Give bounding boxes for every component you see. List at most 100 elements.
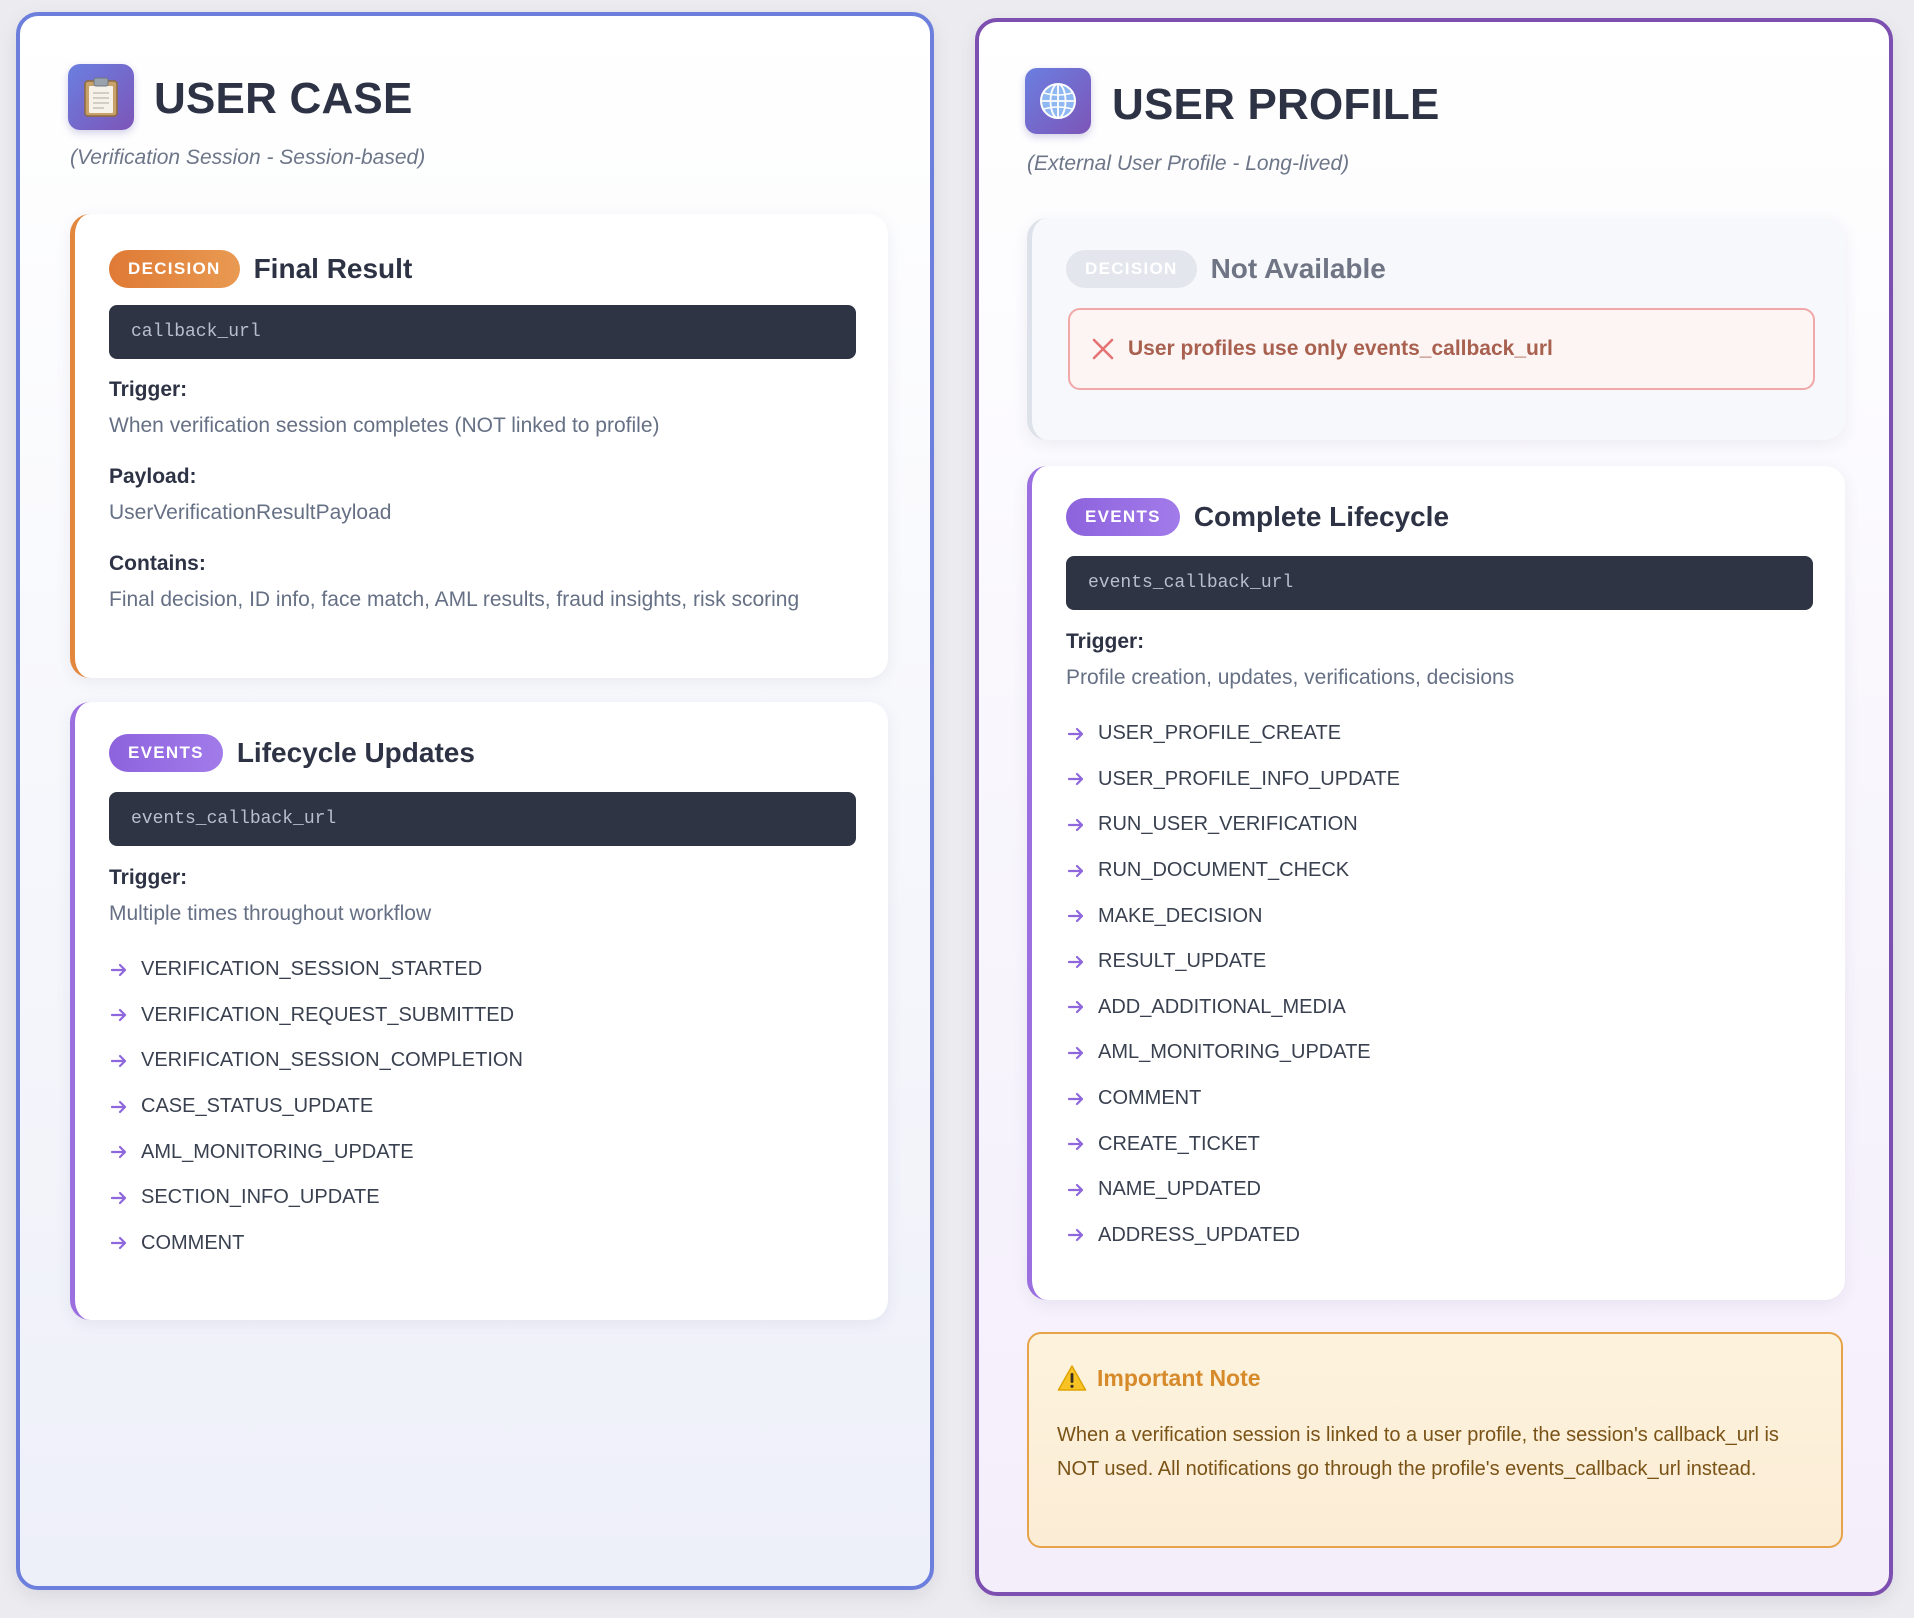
card-header: EVENTS Lifecycle Updates — [109, 734, 475, 772]
event-name: RESULT_UPDATE — [1098, 950, 1267, 973]
globe-icon — [1025, 68, 1091, 134]
note-header: Important Note — [1057, 1364, 1261, 1392]
warning-icon — [1057, 1364, 1087, 1392]
card-header: DECISION Not Available — [1066, 250, 1386, 288]
event-item: MAKE_DECISION — [1066, 893, 1400, 939]
event-item: AML_MONITORING_UPDATE — [109, 1129, 523, 1175]
event-item: SECTION_INFO_UPDATE — [109, 1175, 523, 1221]
arrow-right-icon — [1066, 1134, 1086, 1154]
user-case-panel: USER CASE (Verification Session - Sessio… — [16, 12, 934, 1590]
panel-subtitle: (Verification Session - Session-based) — [70, 146, 426, 169]
event-item: CREATE_TICKET — [1066, 1121, 1400, 1167]
event-name: SECTION_INFO_UPDATE — [141, 1186, 380, 1209]
event-item: AML_MONITORING_UPDATE — [1066, 1030, 1400, 1076]
panel-subtitle: (External User Profile - Long-lived) — [1027, 152, 1350, 175]
panel-title: USER CASE — [154, 74, 413, 123]
callback-url-code: callback_url — [109, 305, 856, 359]
contains-label: Contains: — [109, 552, 206, 575]
arrow-right-icon — [1066, 952, 1086, 972]
arrow-right-icon — [109, 960, 129, 980]
card-title: Complete Lifecycle — [1193, 501, 1450, 532]
arrow-right-icon — [109, 1097, 129, 1117]
event-name: AML_MONITORING_UPDATE — [1098, 1041, 1371, 1064]
arrow-right-icon — [1066, 1180, 1086, 1200]
event-item: COMMENT — [109, 1221, 523, 1267]
trigger-label: Trigger: — [109, 866, 188, 889]
event-name: CREATE_TICKET — [1098, 1132, 1260, 1155]
event-name: USER_PROFILE_CREATE — [1098, 722, 1342, 745]
arrow-right-icon — [1066, 769, 1086, 789]
event-item: USER_PROFILE_CREATE — [1066, 711, 1400, 757]
event-name: NAME_UPDATED — [1098, 1178, 1261, 1201]
arrow-right-icon — [1066, 997, 1086, 1017]
arrow-right-icon — [109, 1188, 129, 1208]
arrow-right-icon — [1066, 861, 1086, 881]
note-title: Important Note — [1097, 1364, 1261, 1391]
event-name: VERIFICATION_SESSION_STARTED — [141, 958, 483, 981]
card-header: DECISION Final Result — [109, 250, 412, 288]
user-profile-panel: USER PROFILE (External User Profile - Lo… — [975, 18, 1893, 1596]
clipboard-icon — [68, 64, 134, 130]
event-item: VERIFICATION_SESSION_STARTED — [109, 947, 523, 993]
arrow-right-icon — [1066, 1225, 1086, 1245]
event-item: VERIFICATION_SESSION_COMPLETION — [109, 1038, 523, 1084]
arrow-right-icon — [109, 1142, 129, 1162]
trigger-label: Trigger: — [1066, 630, 1145, 653]
event-item: RESULT_UPDATE — [1066, 939, 1400, 985]
card-title: Lifecycle Updates — [236, 737, 475, 768]
event-item: RUN_USER_VERIFICATION — [1066, 802, 1400, 848]
arrow-right-icon — [1066, 1089, 1086, 1109]
events-card: EVENTS Lifecycle Updates events_callback… — [70, 702, 888, 1320]
alert-text: User profiles use only events_callback_u… — [1128, 337, 1553, 360]
arrow-right-icon — [1066, 815, 1086, 835]
event-name: ADDRESS_UPDATED — [1098, 1223, 1300, 1246]
card-header: EVENTS Complete Lifecycle — [1066, 498, 1449, 536]
event-name: VERIFICATION_REQUEST_SUBMITTED — [141, 1003, 515, 1026]
payload-label: Payload: — [109, 465, 197, 488]
event-list: USER_PROFILE_CREATE USER_PROFILE_INFO_UP… — [1066, 711, 1400, 1258]
events-badge: EVENTS — [109, 734, 223, 772]
trigger-value: Multiple times throughout workflow — [109, 902, 432, 925]
contains-value: Final decision, ID info, face match, AML… — [109, 588, 800, 611]
decision-card-unavailable: DECISION Not Available User profiles use… — [1027, 218, 1845, 440]
event-name: COMMENT — [141, 1231, 245, 1254]
card-title: Final Result — [253, 253, 413, 284]
arrow-right-icon — [109, 1233, 129, 1253]
events-callback-url-code: events_callback_url — [1066, 556, 1813, 610]
event-name: MAKE_DECISION — [1098, 904, 1263, 927]
event-item: USER_PROFILE_INFO_UPDATE — [1066, 757, 1400, 803]
decision-card: DECISION Final Result callback_url Trigg… — [70, 214, 888, 678]
event-name: RUN_DOCUMENT_CHECK — [1098, 859, 1350, 882]
decision-badge: DECISION — [1066, 250, 1197, 288]
trigger-value: When verification session completes (NOT… — [109, 414, 660, 437]
unavailable-alert: User profiles use only events_callback_u… — [1068, 308, 1815, 390]
events-callback-url-code: events_callback_url — [109, 792, 856, 846]
card-title: Not Available — [1210, 253, 1386, 284]
events-badge: EVENTS — [1066, 498, 1180, 536]
arrow-right-icon — [1066, 724, 1086, 744]
payload-value: UserVerificationResultPayload — [109, 501, 392, 524]
event-name: ADD_ADDITIONAL_MEDIA — [1098, 995, 1346, 1018]
event-item: ADD_ADDITIONAL_MEDIA — [1066, 985, 1400, 1031]
event-item: CASE_STATUS_UPDATE — [109, 1084, 523, 1130]
event-item: NAME_UPDATED — [1066, 1167, 1400, 1213]
panel-title: USER PROFILE — [1112, 80, 1440, 129]
event-name: CASE_STATUS_UPDATE — [141, 1095, 374, 1118]
event-item: RUN_DOCUMENT_CHECK — [1066, 848, 1400, 894]
arrow-right-icon — [1066, 1043, 1086, 1063]
arrow-right-icon — [109, 1051, 129, 1071]
event-item: COMMENT — [1066, 1076, 1400, 1122]
close-x-icon — [1090, 336, 1116, 362]
event-name: USER_PROFILE_INFO_UPDATE — [1098, 767, 1400, 790]
decision-badge: DECISION — [109, 250, 240, 288]
event-name: AML_MONITORING_UPDATE — [141, 1140, 414, 1163]
event-name: RUN_USER_VERIFICATION — [1098, 813, 1358, 836]
event-name: VERIFICATION_SESSION_COMPLETION — [141, 1049, 523, 1072]
arrow-right-icon — [109, 1005, 129, 1025]
arrow-right-icon — [1066, 906, 1086, 926]
note-text: When a verification session is linked to… — [1057, 1424, 1779, 1480]
event-item: ADDRESS_UPDATED — [1066, 1213, 1400, 1259]
event-item: VERIFICATION_REQUEST_SUBMITTED — [109, 993, 523, 1039]
event-list: VERIFICATION_SESSION_STARTED VERIFICATIO… — [109, 947, 523, 1266]
events-card: EVENTS Complete Lifecycle events_callbac… — [1027, 466, 1845, 1300]
